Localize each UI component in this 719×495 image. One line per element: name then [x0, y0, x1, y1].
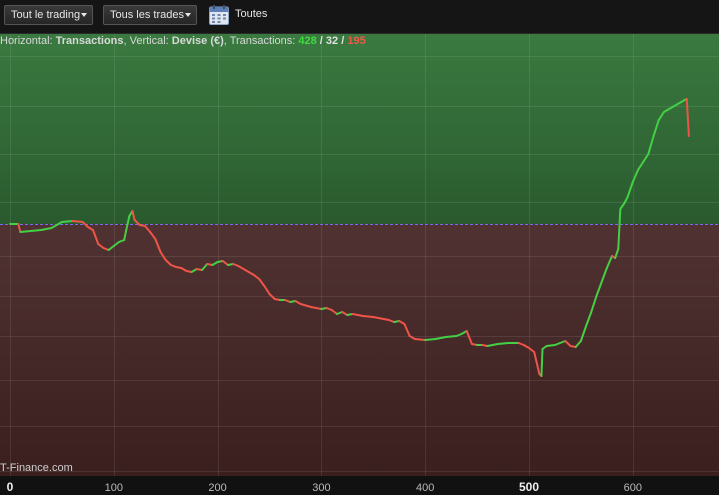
- horizontal-value: Transactions: [55, 35, 124, 47]
- equity-segment-up: [545, 344, 556, 347]
- equity-chart: 0 100 200 300 400 500 600: [0, 34, 719, 495]
- losses-count: 195: [347, 35, 366, 47]
- chevron-down-icon: [81, 13, 87, 17]
- equity-segment-down: [361, 315, 375, 318]
- equity-segment-down: [413, 338, 427, 341]
- vertical-label: , Vertical:: [123, 35, 172, 47]
- trading-filter-label: Tout le trading: [11, 9, 81, 21]
- x-tick-label: 0: [7, 480, 14, 494]
- trades-filter-label: Tous les trades: [110, 9, 184, 21]
- equity-segment-down: [71, 220, 84, 223]
- x-axis-ticks: 0 100 200 300 400 500 600: [7, 480, 642, 494]
- equity-segment-up: [60, 220, 74, 223]
- vertical-value: Devise (€): [171, 35, 224, 47]
- breakeven-count: 32: [325, 35, 339, 47]
- x-tick-label: 200: [208, 482, 226, 494]
- chevron-down-icon: [185, 13, 191, 17]
- x-tick-label: 300: [312, 482, 330, 494]
- trading-filter-dropdown[interactable]: Tout le trading: [4, 5, 93, 25]
- horizontal-label: Horizontal:: [0, 35, 56, 47]
- equity-segment-up: [19, 230, 32, 233]
- toolbar: Tout le trading Tous les trades Toutes: [0, 0, 719, 34]
- x-tick-label: 600: [624, 482, 642, 494]
- period-label: Toutes: [235, 8, 268, 20]
- loss-zone: [0, 224, 719, 476]
- equity-segment-up: [496, 342, 510, 345]
- equity-segment-up: [444, 335, 458, 338]
- profit-zone: [0, 34, 719, 224]
- equity-chart-svg: 0 100 200 300 400 500 600: [0, 34, 719, 494]
- equity-segment-up: [540, 348, 544, 377]
- separator: /: [316, 35, 326, 47]
- equity-segment-up: [424, 338, 437, 341]
- trades-filter-dropdown[interactable]: Tous les trades: [103, 5, 197, 25]
- wins-count: 428: [298, 35, 317, 47]
- x-tick-label: 500: [519, 480, 539, 494]
- chart-info-bar: Horizontal: Transactions, Vertical: Devi…: [0, 35, 366, 47]
- separator: /: [338, 35, 348, 47]
- x-tick-label: 100: [105, 482, 123, 494]
- transactions-label: , Transactions:: [223, 35, 299, 47]
- watermark: T-Finance.com: [0, 462, 73, 474]
- equity-segment-up: [29, 229, 43, 232]
- x-tick-label: 400: [416, 482, 434, 494]
- calendar-icon: [209, 5, 229, 25]
